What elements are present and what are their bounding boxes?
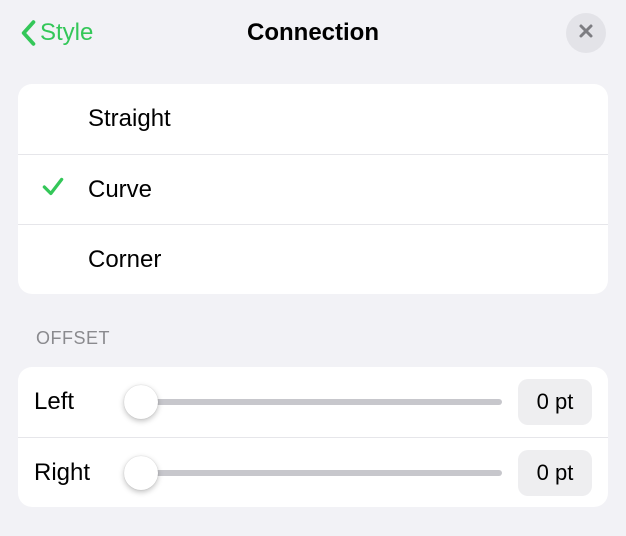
connection-type-list: Straight Curve Corner [18,84,608,294]
connection-type-straight[interactable]: Straight [18,84,608,154]
list-item-label: Corner [88,246,161,274]
chevron-left-icon [20,20,36,46]
offset-right-slider[interactable] [124,453,502,493]
connection-type-curve[interactable]: Curve [18,154,608,224]
list-item-label: Straight [88,105,171,133]
offset-group: Left 0 pt Right 0 pt [18,367,608,507]
close-icon [577,22,595,45]
slider-thumb [124,456,158,490]
back-label: Style [40,19,93,47]
connection-type-corner[interactable]: Corner [18,224,608,294]
list-item-label: Curve [88,176,152,204]
offset-left-row: Left 0 pt [18,367,608,437]
slider-thumb [124,385,158,419]
offset-left-label: Left [34,388,108,416]
offset-right-row: Right 0 pt [18,437,608,507]
checkmark-icon [40,174,66,205]
slider-track [124,399,502,405]
offset-right-value[interactable]: 0 pt [518,450,592,496]
offset-section-header: OFFSET [36,328,590,349]
close-button[interactable] [566,13,606,53]
header: Style Connection [0,0,626,66]
offset-right-label: Right [34,459,108,487]
offset-left-slider[interactable] [124,382,502,422]
back-button[interactable]: Style [20,19,93,47]
offset-left-value[interactable]: 0 pt [518,379,592,425]
checkmark-slot [18,174,88,205]
slider-track [124,470,502,476]
page-title: Connection [0,19,626,47]
